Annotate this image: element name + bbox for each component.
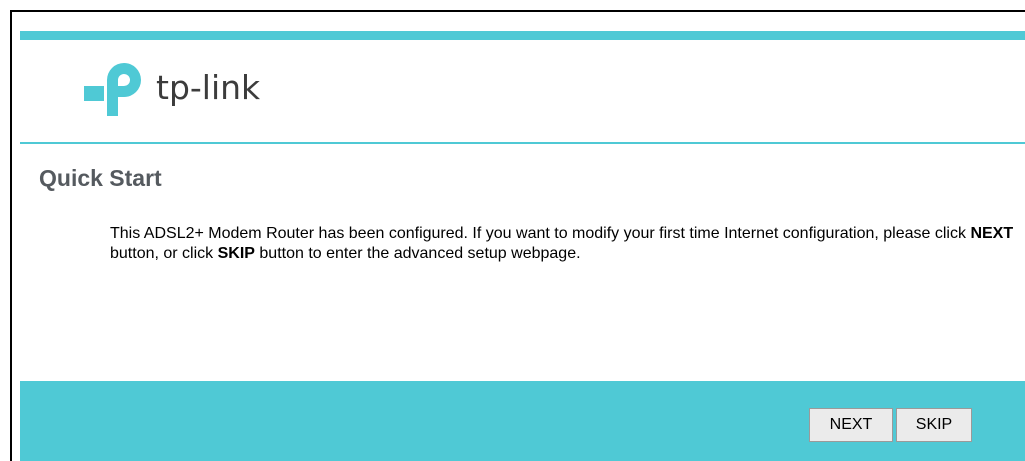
- status-message: This ADSL2+ Modem Router has been config…: [110, 224, 1025, 264]
- tp-link-logo: tp-link: [80, 50, 320, 120]
- message-next-word: NEXT: [970, 225, 1014, 242]
- message-text-3: button to enter the advanced setup webpa…: [254, 245, 581, 262]
- skip-button[interactable]: SKIP: [896, 408, 972, 442]
- header-divider: [20, 142, 1025, 144]
- message-text-2: button, or click: [110, 245, 218, 262]
- page-title: Quick Start: [39, 165, 162, 191]
- tp-link-logo-icon: [84, 63, 141, 116]
- message-skip-word: SKIP: [217, 245, 255, 262]
- router-page-frame: tp-link Quick Start This ADSL2+ Modem Ro…: [10, 10, 1025, 461]
- brand-name: tp-link: [156, 68, 261, 107]
- top-accent-bar: [20, 31, 1025, 40]
- message-text-1: This ADSL2+ Modem Router has been config…: [110, 225, 971, 242]
- next-button[interactable]: NEXT: [809, 408, 893, 442]
